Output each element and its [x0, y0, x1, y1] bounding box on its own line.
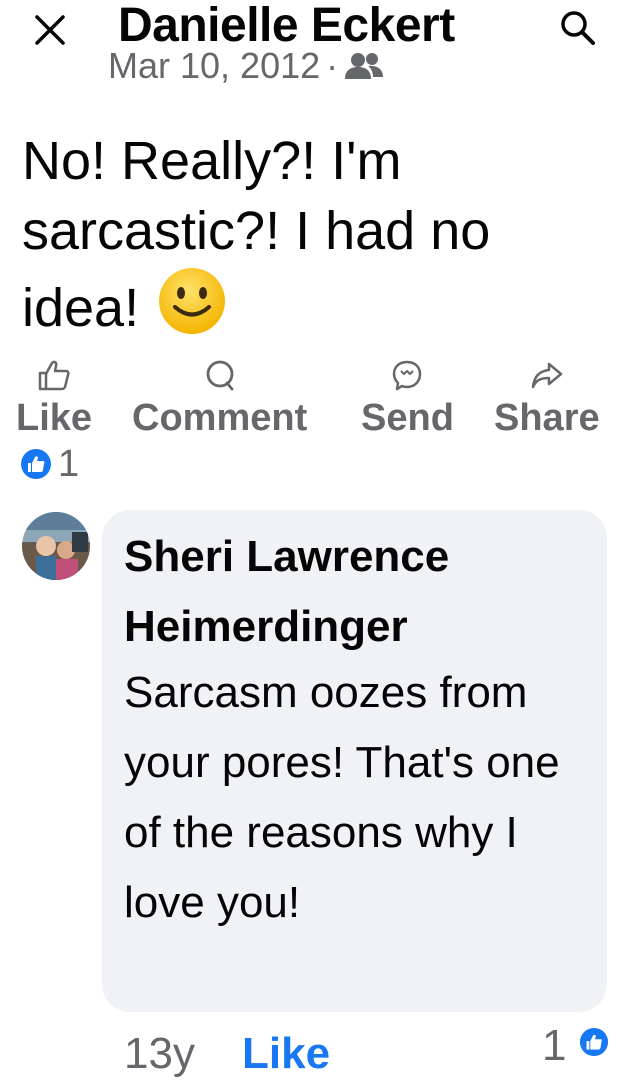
- comment-action-button[interactable]: Comment: [132, 358, 307, 440]
- close-button[interactable]: [28, 8, 72, 52]
- send-action-button[interactable]: Send: [361, 358, 454, 440]
- comment-reaction-count[interactable]: 1: [542, 1016, 566, 1076]
- friends-icon: [345, 53, 384, 79]
- comment-reaction-badge[interactable]: [579, 1027, 609, 1062]
- like-action-button[interactable]: Like: [16, 358, 92, 440]
- like-reaction-icon: [21, 449, 51, 479]
- post-meta: Mar 10, 2012 ·: [108, 52, 384, 92]
- thumbs-up-icon: [38, 360, 70, 391]
- like-action-label: Like: [16, 397, 93, 439]
- reaction-count: 1: [58, 443, 80, 485]
- close-icon: [35, 15, 65, 45]
- post-date: Mar 10, 2012: [108, 52, 321, 86]
- comment-age: 13y: [124, 1029, 195, 1078]
- messenger-icon: [393, 360, 422, 391]
- post-body: No! Really?! I'm sarcastic?! I had no id…: [22, 126, 612, 353]
- share-action-button[interactable]: Share: [494, 358, 600, 440]
- search-icon: [561, 11, 595, 45]
- share-action-label: Share: [494, 397, 600, 439]
- comment-text: Sarcasm oozes from your pores! That's on…: [124, 668, 560, 927]
- comment-author[interactable]: Sheri Lawrence Heimerdinger: [124, 522, 594, 662]
- share-arrow-icon: [531, 362, 563, 389]
- like-reaction-icon: [579, 1027, 609, 1057]
- comment-action-label: Comment: [132, 397, 308, 439]
- comment-like-button[interactable]: Like: [242, 1024, 330, 1084]
- post-text: No! Really?! I'm sarcastic?! I had no id…: [22, 131, 491, 338]
- send-action-label: Send: [361, 397, 454, 439]
- comment-icon: [206, 360, 234, 391]
- search-button[interactable]: [552, 4, 604, 52]
- reaction-summary[interactable]: 1: [20, 444, 79, 484]
- avatar[interactable]: [22, 512, 90, 580]
- smiling-face-emoji: [157, 266, 227, 353]
- page-title: Danielle Eckert: [118, 0, 455, 52]
- meta-separator: ·: [326, 52, 339, 86]
